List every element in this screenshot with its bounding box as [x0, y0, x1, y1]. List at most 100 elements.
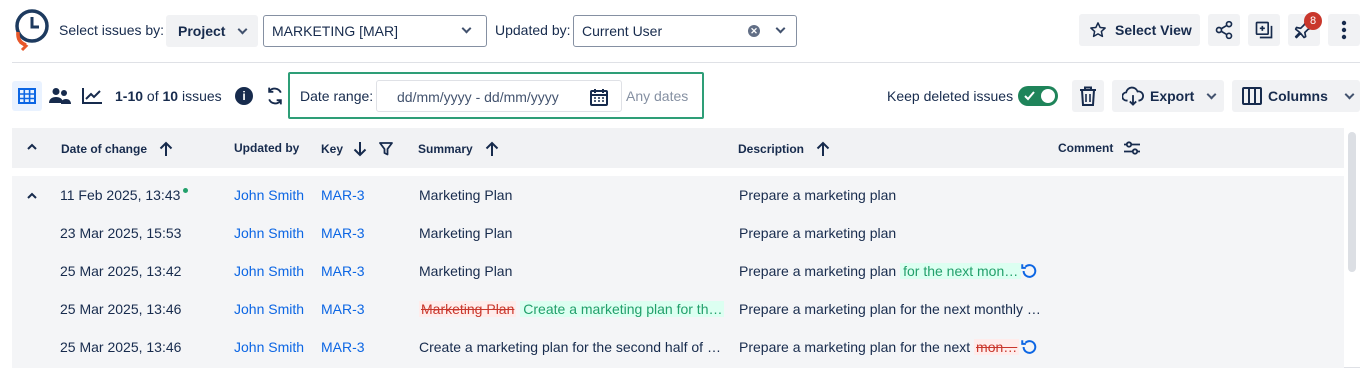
chevron-down-icon — [1344, 89, 1355, 99]
notifications-button[interactable]: 8 — [1288, 12, 1322, 46]
more-vertical-icon — [1341, 20, 1347, 40]
summary-cell: Marketing Plan — [419, 225, 513, 241]
project-select[interactable]: MARKETING [MAR] — [263, 15, 487, 47]
vertical-scrollbar[interactable] — [1348, 132, 1356, 272]
description-text: Prepare a marketing plan for the next — [739, 339, 971, 355]
issue-key-link[interactable]: MAR-3 — [321, 263, 365, 279]
date-cell: 11 Feb 2025, 13:43 — [60, 187, 181, 203]
keep-deleted-label: Keep deleted issues — [887, 88, 1014, 104]
users-view-button[interactable] — [47, 83, 73, 109]
star-icon — [1090, 22, 1106, 38]
table-row[interactable]: 25 Mar 2025, 13:42 John Smith MAR-3 Mark… — [12, 252, 1344, 290]
chart-view-button[interactable] — [79, 83, 105, 109]
sort-down-icon[interactable] — [353, 141, 367, 157]
issues-of: of — [146, 88, 159, 104]
share-icon — [1215, 20, 1233, 40]
issue-key-link[interactable]: MAR-3 — [321, 339, 365, 355]
share-button[interactable] — [1208, 14, 1240, 46]
sort-up-icon[interactable] — [159, 141, 173, 157]
chevron-down-icon — [1206, 89, 1217, 99]
issues-total: 10 — [162, 88, 179, 104]
columns-button[interactable]: Columns — [1232, 80, 1360, 112]
column-description[interactable]: Description — [738, 141, 830, 157]
summary-added-text: Create a marketing plan for th… — [520, 301, 724, 317]
column-date[interactable]: Date of change — [61, 141, 173, 157]
column-key-label: Key — [321, 142, 344, 156]
date-range-input[interactable]: dd/mm/yyyy - dd/mm/yyyy — [376, 80, 622, 112]
user-link[interactable]: John Smith — [234, 263, 304, 279]
summary-cell: Marketing Plan Create a marketing plan f… — [419, 301, 724, 317]
description-cell: Prepare a marketing plan — [739, 225, 897, 241]
issues-word: issues — [181, 88, 222, 104]
trash-button[interactable] — [1072, 80, 1104, 112]
header-divider — [12, 62, 1360, 63]
updated-by-select[interactable]: Current User ✕ — [573, 15, 797, 47]
date-cell: 25 Mar 2025, 13:42 — [60, 263, 182, 279]
table-body: 11 Feb 2025, 13:43 John Smith MAR-3 Mark… — [12, 176, 1344, 368]
clear-icon[interactable]: ✕ — [748, 25, 760, 37]
description-added-text: for the next mon… — [900, 263, 1022, 279]
toggle-knob — [1041, 89, 1055, 103]
column-updated-by[interactable]: Updated by — [234, 141, 299, 155]
user-link[interactable]: John Smith — [234, 225, 304, 241]
description-cell: Prepare a marketing plan for the next mo… — [739, 301, 1041, 317]
collapse-row-icon[interactable] — [26, 192, 38, 200]
info-icon[interactable]: i — [235, 87, 253, 105]
summary-cell: Marketing Plan — [419, 187, 513, 203]
user-link[interactable]: John Smith — [234, 301, 304, 317]
column-key[interactable]: Key — [321, 141, 393, 157]
calendar-icon[interactable] — [589, 87, 609, 107]
description-text: Prepare a marketing plan — [739, 263, 897, 279]
copy-button[interactable] — [1248, 14, 1280, 46]
chevron-down-icon — [775, 23, 786, 34]
description-cell: Prepare a marketing plan — [739, 187, 897, 203]
settings-sliders-icon[interactable] — [1123, 141, 1141, 155]
date-range-filter: Date range: dd/mm/yyyy - dd/mm/yyyy Any … — [288, 72, 704, 119]
restore-icon[interactable] — [1020, 262, 1038, 280]
table-row[interactable]: 11 Feb 2025, 13:43 John Smith MAR-3 Mark… — [12, 176, 1344, 214]
table-header: Date of change Updated by Key Summary De… — [12, 128, 1344, 168]
user-link[interactable]: John Smith — [234, 187, 304, 203]
table-row[interactable]: 25 Mar 2025, 13:46 John Smith MAR-3 Crea… — [12, 328, 1344, 366]
issue-key-link[interactable]: MAR-3 — [321, 301, 365, 317]
table-row[interactable]: 25 Mar 2025, 13:46 John Smith MAR-3 Mark… — [12, 290, 1344, 328]
notification-badge: 8 — [1304, 12, 1322, 30]
export-label: Export — [1150, 88, 1195, 104]
table-view-button[interactable] — [12, 81, 42, 111]
sort-up-icon[interactable] — [816, 141, 830, 157]
column-updated-by-label: Updated by — [234, 141, 300, 155]
description-removed-text: mon… — [974, 339, 1020, 355]
project-dropdown[interactable]: Project — [166, 15, 258, 47]
select-view-label: Select View — [1115, 22, 1192, 38]
issue-key-link[interactable]: MAR-3 — [321, 225, 365, 241]
table-row[interactable]: 23 Mar 2025, 15:53 John Smith MAR-3 Mark… — [12, 214, 1344, 252]
trash-icon — [1080, 86, 1096, 106]
columns-icon — [1242, 87, 1262, 105]
cloud-download-icon — [1122, 86, 1144, 106]
updated-by-select-value: Current User — [582, 23, 663, 39]
chevron-down-icon — [461, 23, 472, 34]
user-link[interactable]: John Smith — [234, 339, 304, 355]
refresh-button[interactable] — [265, 86, 285, 109]
columns-label: Columns — [1268, 88, 1328, 104]
filter-icon[interactable] — [379, 142, 393, 156]
column-summary[interactable]: Summary — [418, 141, 499, 157]
select-issues-label: Select issues by: — [59, 22, 165, 38]
date-cell: 25 Mar 2025, 13:46 — [60, 301, 182, 317]
any-dates-button[interactable]: Any dates — [626, 88, 688, 104]
chevron-down-icon — [238, 24, 248, 34]
more-button[interactable] — [1328, 14, 1360, 46]
issues-range: 1-10 — [115, 88, 144, 104]
restore-icon[interactable] — [1020, 338, 1038, 356]
project-dropdown-label: Project — [178, 23, 226, 39]
column-comment[interactable]: Comment — [1058, 141, 1141, 155]
summary-cell: Marketing Plan — [419, 263, 513, 279]
select-view-button[interactable]: Select View — [1079, 14, 1200, 46]
collapse-all-icon[interactable] — [26, 143, 38, 151]
keep-deleted-toggle[interactable] — [1018, 86, 1058, 106]
app-logo-icon — [12, 8, 52, 52]
export-button[interactable]: Export — [1112, 80, 1224, 112]
copy-icon — [1255, 21, 1273, 39]
issue-key-link[interactable]: MAR-3 — [321, 187, 365, 203]
sort-up-icon[interactable] — [485, 141, 499, 157]
